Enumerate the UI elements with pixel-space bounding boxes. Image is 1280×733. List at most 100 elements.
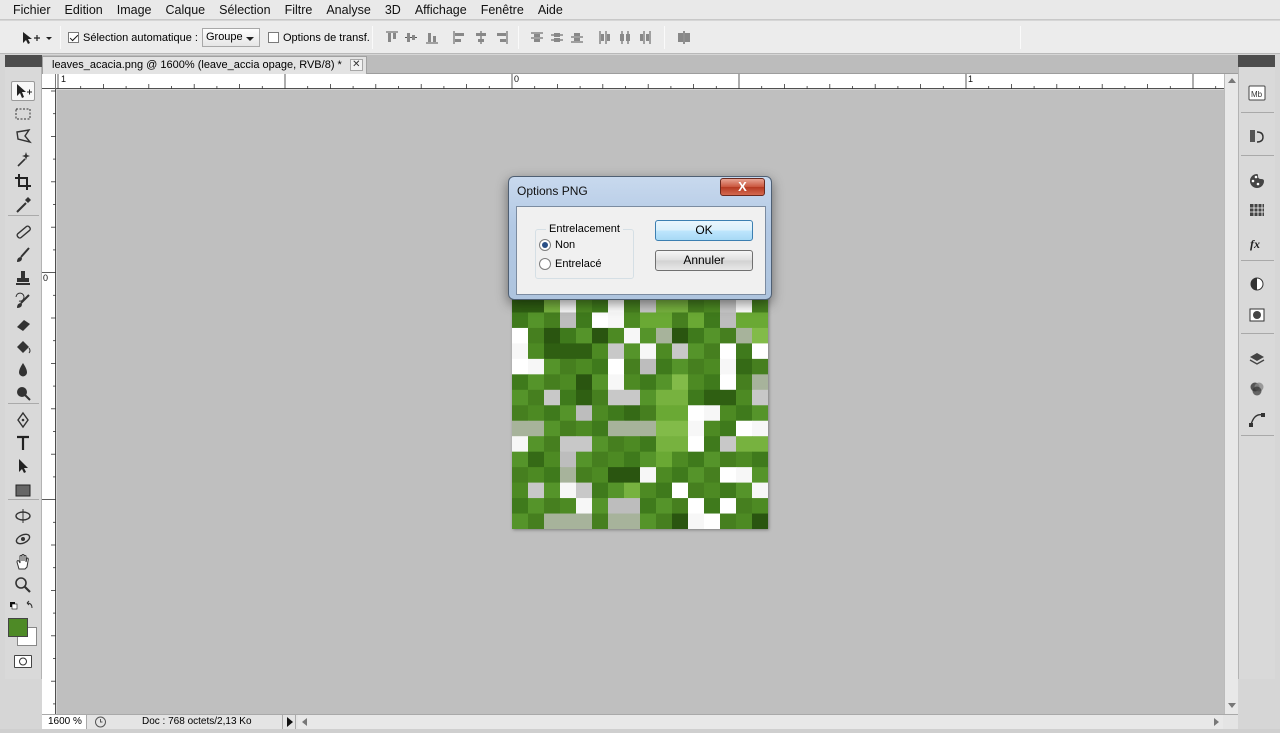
pixel (720, 436, 737, 453)
healing-brush-icon[interactable] (11, 222, 35, 242)
styles-icon[interactable]: fx (1247, 233, 1267, 253)
quick-mask-icon[interactable] (14, 655, 32, 668)
menu-filtre[interactable]: Filtre (278, 1, 320, 19)
layers-icon[interactable] (1247, 349, 1267, 369)
pixel (672, 405, 689, 422)
eyedropper-tool-icon[interactable] (11, 195, 35, 215)
distribute-hcenter-icon[interactable] (618, 31, 632, 44)
dialog-close-button[interactable]: X (720, 178, 765, 196)
pixel (544, 358, 561, 375)
paths-icon[interactable] (1247, 410, 1267, 430)
radio-button-non[interactable] (539, 239, 551, 251)
hand-tool-icon[interactable] (11, 552, 35, 572)
auto-select-dropdown[interactable]: Groupe (201, 28, 260, 47)
panel-dock-header[interactable] (1238, 55, 1275, 67)
pixel (592, 405, 609, 422)
menu-fichier[interactable]: Fichier (6, 1, 58, 19)
scroll-down-icon[interactable] (1228, 703, 1236, 708)
brush-tool-icon[interactable] (11, 245, 35, 265)
tool-preset-picker[interactable] (20, 21, 52, 54)
marquee-tool-icon[interactable] (11, 104, 35, 124)
radio-button-entrelace[interactable] (539, 258, 551, 270)
scroll-up-icon[interactable] (1228, 78, 1236, 83)
paint-bucket-icon[interactable] (11, 337, 35, 357)
3d-orbit-icon[interactable] (11, 529, 35, 549)
ruler-label: 1 (61, 74, 67, 84)
vertical-scrollbar[interactable] (1224, 74, 1238, 714)
pixel-image[interactable] (512, 297, 768, 529)
menu-fenetre[interactable]: Fenêtre (474, 1, 531, 19)
pixel (512, 343, 529, 360)
magic-wand-tool-icon[interactable] (11, 149, 35, 169)
auto-select-checkbox[interactable] (68, 32, 79, 43)
scroll-left-icon[interactable] (302, 718, 307, 726)
distribute-vcenter-icon[interactable] (550, 31, 564, 44)
mini-bridge-icon[interactable]: Mb (1247, 83, 1267, 103)
crop-tool-icon[interactable] (11, 172, 35, 192)
align-bottom-icon[interactable] (425, 31, 439, 44)
zoom-tool-icon[interactable] (11, 575, 35, 595)
blur-tool-icon[interactable] (11, 360, 35, 380)
transform-checkbox[interactable] (268, 32, 279, 43)
auto-select-control[interactable]: Sélection automatique : Groupe (68, 21, 260, 54)
dodge-tool-icon[interactable] (11, 383, 35, 403)
align-hcenter-icon[interactable] (474, 31, 488, 44)
menu-edition[interactable]: Edition (58, 1, 110, 19)
align-right-icon[interactable] (494, 31, 508, 44)
ok-button[interactable]: OK (655, 220, 753, 241)
distribute-top-icon[interactable] (530, 31, 544, 44)
panel-separator (1241, 155, 1274, 156)
swatches-icon[interactable] (1247, 200, 1267, 220)
eraser-tool-icon[interactable] (11, 314, 35, 334)
pixel (608, 498, 625, 514)
pixel (704, 513, 721, 529)
close-icon[interactable]: ✕ (349, 59, 363, 71)
pen-tool-icon[interactable] (11, 410, 35, 430)
channels-icon[interactable] (1247, 379, 1267, 399)
distribute-right-icon[interactable] (638, 31, 652, 44)
foreground-color-swatch[interactable] (8, 618, 28, 637)
auto-align-layers-icon[interactable] (677, 31, 691, 44)
clone-stamp-icon[interactable] (11, 268, 35, 288)
history-icon[interactable] (1247, 126, 1267, 146)
menu-affichage[interactable]: Affichage (408, 1, 474, 19)
history-brush-icon[interactable] (11, 291, 35, 311)
distribute-bottom-icon[interactable] (570, 31, 584, 44)
window-bottom-edge (0, 729, 1280, 733)
ruler-origin[interactable] (42, 74, 56, 89)
ruler-vertical[interactable]: 0 (42, 89, 56, 714)
horizontal-scrollbar[interactable] (298, 715, 1223, 729)
menu-selection[interactable]: Sélection (212, 1, 277, 19)
document-tab[interactable]: leaves_acacia.png @ 1600% (leave_accia o… (42, 56, 367, 74)
menu-calque[interactable]: Calque (159, 1, 213, 19)
lasso-tool-icon[interactable] (11, 126, 35, 146)
status-menu-arrow-icon[interactable] (282, 715, 296, 729)
transform-controls-option[interactable]: Options de transf. (268, 21, 370, 54)
adjustments-icon[interactable] (1247, 274, 1267, 294)
color-icon[interactable] (1247, 171, 1267, 191)
path-selection-icon[interactable] (11, 456, 35, 476)
radio-option-non[interactable]: Non (539, 239, 575, 251)
3d-rotate-icon[interactable] (11, 506, 35, 526)
cancel-button[interactable]: Annuler (655, 250, 753, 271)
ruler-horizontal[interactable]: 1 0 1 (56, 74, 1224, 89)
align-top-icon[interactable] (385, 31, 399, 44)
move-tool-icon[interactable] (11, 81, 35, 101)
align-vcenter-icon[interactable] (404, 31, 418, 44)
menu-3d[interactable]: 3D (378, 1, 408, 19)
align-left-icon[interactable] (453, 31, 467, 44)
menu-analyse[interactable]: Analyse (319, 1, 377, 19)
radio-option-entrelace[interactable]: Entrelacé (539, 258, 601, 270)
tools-panel-header[interactable] (5, 55, 42, 67)
menu-image[interactable]: Image (110, 1, 159, 19)
zoom-field[interactable]: 1600 % (42, 715, 87, 729)
scroll-right-icon[interactable] (1214, 718, 1219, 726)
status-info-icon[interactable] (94, 716, 107, 728)
distribute-left-icon[interactable] (598, 31, 612, 44)
default-colors-icon[interactable] (9, 600, 39, 612)
type-tool-icon[interactable] (11, 433, 35, 453)
menu-aide[interactable]: Aide (531, 1, 570, 19)
rectangle-tool-icon[interactable] (11, 480, 35, 500)
masks-icon[interactable] (1247, 305, 1267, 325)
pixel (736, 312, 753, 329)
